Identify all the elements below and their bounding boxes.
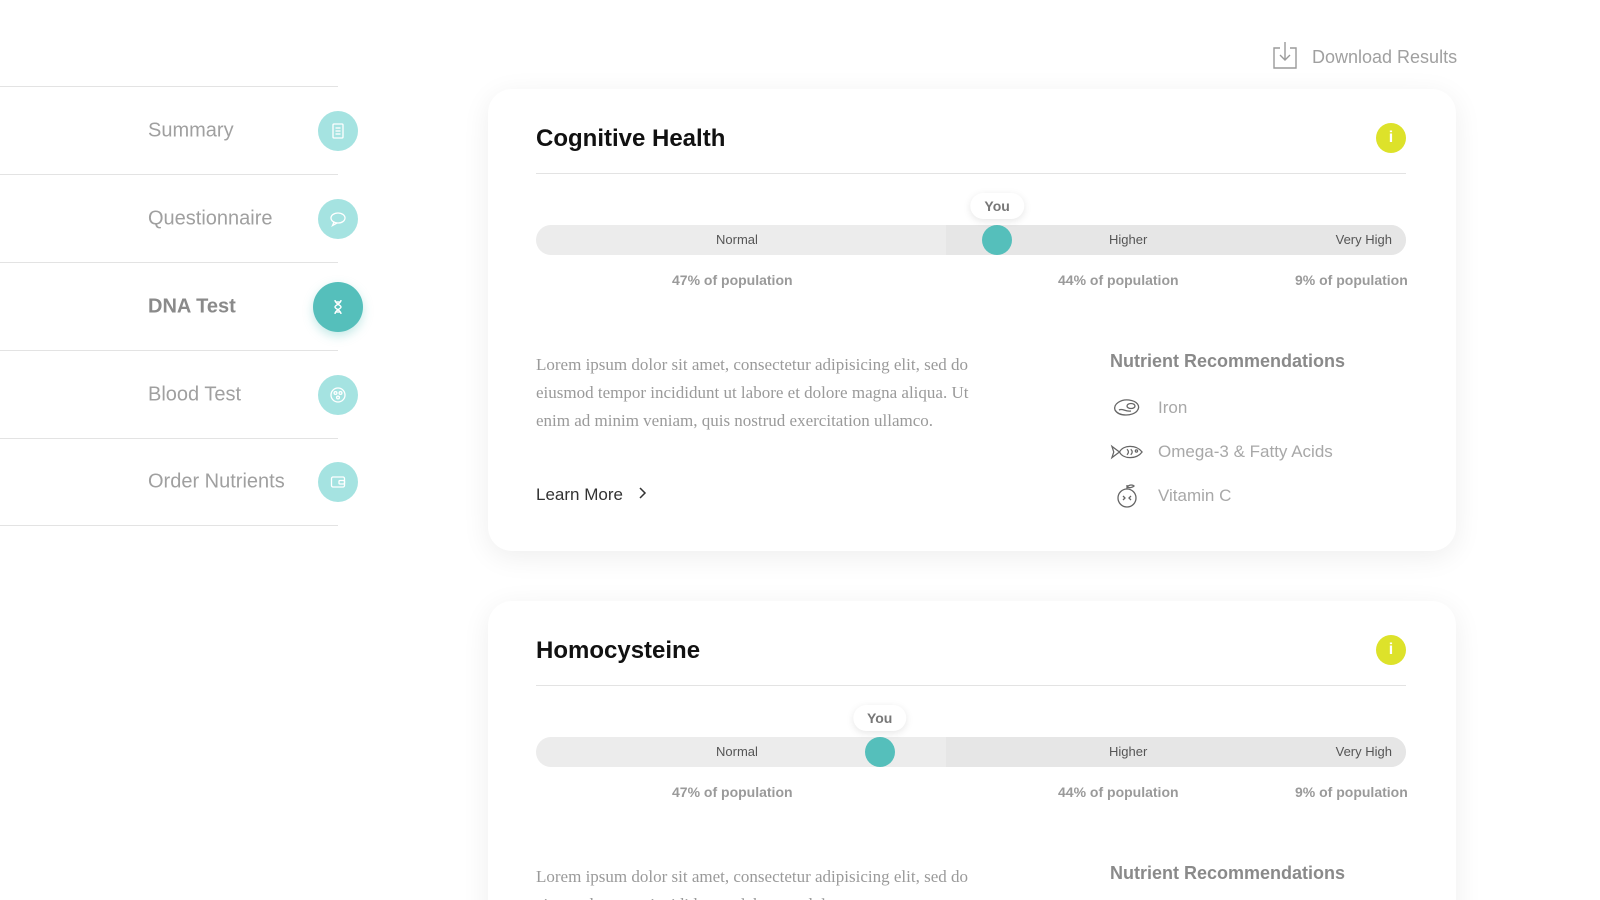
population-very-high: 9% of population (1295, 784, 1408, 800)
download-icon (1272, 40, 1298, 75)
wallet-icon (318, 462, 358, 502)
nutrient-label: Iron (1158, 398, 1188, 417)
card-title: Cognitive Health (536, 125, 726, 152)
you-marker (982, 225, 1013, 255)
nutrients-title: Nutrient Recommendations (1110, 863, 1346, 883)
dna-icon (313, 281, 363, 332)
you-bubble: You (970, 193, 1024, 219)
sidebar-item-order-nutrients[interactable]: Order Nutrients (0, 438, 358, 526)
learn-more-link[interactable]: Learn More (536, 485, 647, 505)
document-icon (318, 110, 358, 151)
sidebar-item-blood-test[interactable]: Blood Test (0, 350, 358, 438)
population-higher: 44% of population (1058, 784, 1179, 800)
risk-scale: Normal Higher Very High You (536, 705, 1406, 767)
sidebar: Summary Questionnaire DNA Test Blood Tes… (0, 86, 363, 526)
speech-bubble-icon (318, 198, 358, 239)
nutrient-item: Vitamin C (1110, 474, 1345, 518)
nutrient-item: Omega-3 & Fatty Acids (1110, 430, 1345, 474)
download-results-button[interactable]: Download Results (1272, 40, 1457, 75)
nutrients-title: Nutrient Recommendations (1110, 351, 1346, 371)
scale-bar: Normal Higher Very High (536, 225, 1406, 255)
sidebar-item-label: Blood Test (148, 383, 242, 405)
scale-label-very-high: Very High (1335, 744, 1392, 759)
card-title: Homocysteine (536, 637, 701, 664)
sidebar-item-label: DNA Test (148, 295, 236, 317)
sidebar-item-label: Summary (148, 119, 234, 141)
risk-scale: Normal Higher Very High You (536, 193, 1406, 255)
steak-icon (1110, 393, 1144, 423)
nutrient-recommendations: Nutrient Recommendations Iron Omega-3 & … (1110, 351, 1345, 518)
nutrient-label: Vitamin C (1158, 486, 1232, 505)
scale-label-normal: Normal (716, 232, 758, 247)
nutrient-item: Iron (1110, 386, 1345, 430)
population-normal: 47% of population (672, 272, 793, 288)
info-icon[interactable]: i (1376, 635, 1406, 665)
nutrient-recommendations: Nutrient Recommendations (1110, 863, 1345, 898)
learn-more-label: Learn More (536, 485, 623, 504)
info-icon[interactable]: i (1376, 123, 1406, 153)
result-card-homocysteine: Homocysteine i Normal Higher Very High Y… (488, 601, 1456, 900)
card-description: Lorem ipsum dolor sit amet, consectetur … (536, 867, 968, 900)
population-very-high: 9% of population (1295, 272, 1408, 288)
orange-icon (1110, 481, 1144, 511)
sidebar-item-label: Order Nutrients (148, 470, 285, 493)
sidebar-item-summary[interactable]: Summary (0, 86, 358, 174)
sidebar-item-questionnaire[interactable]: Questionnaire (0, 174, 358, 262)
fish-icon (1110, 437, 1144, 467)
scale-label-higher: Higher (1109, 744, 1148, 759)
nutrient-label: Omega-3 & Fatty Acids (1158, 442, 1333, 461)
divider (536, 685, 1406, 686)
scale-label-normal: Normal (716, 744, 758, 759)
download-label: Download Results (1312, 47, 1458, 67)
sidebar-item-dna-test[interactable]: DNA Test (0, 262, 363, 350)
divider (536, 173, 1406, 174)
population-higher: 44% of population (1058, 272, 1179, 288)
scale-label-very-high: Very High (1335, 232, 1392, 247)
chevron-right-icon (637, 485, 647, 505)
result-card-cognitive-health: Cognitive Health i Normal Higher Very Hi… (488, 89, 1456, 551)
sidebar-item-label: Questionnaire (148, 207, 273, 229)
scale-bar: Normal Higher Very High (536, 737, 1406, 767)
blood-cell-icon (318, 374, 358, 415)
scale-label-higher: Higher (1109, 232, 1148, 247)
population-normal: 47% of population (672, 784, 793, 800)
you-bubble: You (852, 705, 907, 731)
you-marker (864, 737, 895, 767)
card-description: Lorem ipsum dolor sit amet, consectetur … (536, 355, 969, 430)
